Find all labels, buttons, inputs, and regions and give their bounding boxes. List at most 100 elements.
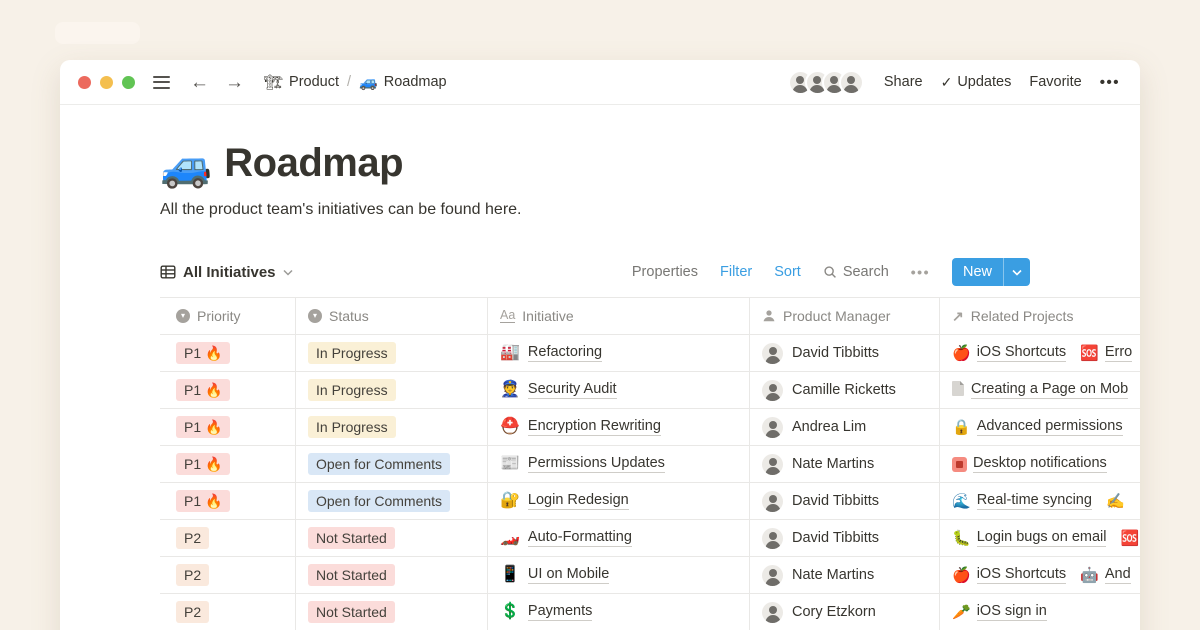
column-header-product-manager[interactable]: Product Manager [750,298,940,334]
related-project[interactable]: 🆘 [1120,531,1140,546]
view-more-icon[interactable]: ••• [911,264,930,280]
column-header-related-projects[interactable]: ↗ Related Projects [940,298,1140,334]
cell-priority[interactable]: P1 🔥 [160,409,296,445]
cell-status[interactable]: Not Started [296,557,488,593]
back-arrow-icon[interactable]: ← [190,73,209,92]
related-project[interactable]: Desktop notifications [952,455,1107,473]
breadcrumb-item-roadmap[interactable]: 🚙 Roadmap [359,73,447,91]
related-project[interactable]: 🆘Erro [1080,344,1132,362]
table-row[interactable]: P1 🔥Open for Comments🔐Login RedesignDavi… [160,483,1140,520]
cell-status[interactable]: In Progress [296,335,488,371]
cell-status[interactable]: Not Started [296,520,488,556]
cell-status[interactable]: In Progress [296,409,488,445]
more-options-icon[interactable]: ••• [1100,74,1120,91]
cell-status[interactable]: Not Started [296,594,488,630]
search-button[interactable]: Search [823,264,889,280]
related-project-link[interactable]: Login bugs on email [977,529,1107,547]
initiative-link[interactable]: Auto-Formatting [528,529,632,547]
cell-priority[interactable]: P1 🔥 [160,335,296,371]
cell-product-manager[interactable]: Nate Martins [750,446,940,482]
column-header-status[interactable]: ▾ Status [296,298,488,334]
cell-related-projects[interactable]: 🔒Advanced permissions [940,409,1140,445]
cell-product-manager[interactable]: Cory Etzkorn [750,594,940,630]
new-dropdown-chevron-icon[interactable] [1004,258,1030,286]
column-header-initiative[interactable]: Aa Initiative [488,298,750,334]
cell-product-manager[interactable]: Camille Ricketts [750,372,940,408]
column-header-priority[interactable]: ▾ Priority [160,298,296,334]
cell-initiative[interactable]: 💲Payments [488,594,750,630]
cell-priority[interactable]: P2 [160,557,296,593]
table-row[interactable]: P2Not Started🏎️Auto-FormattingDavid Tibb… [160,520,1140,557]
initiative-link[interactable]: Security Audit [528,381,617,399]
sidebar-menu-icon[interactable] [153,76,170,89]
table-row[interactable]: P2Not Started📱UI on MobileNate Martins🍎i… [160,557,1140,594]
page-title[interactable]: Roadmap [224,139,403,187]
avatar[interactable] [839,70,864,95]
related-project[interactable]: 🥕iOS sign in [952,603,1047,621]
cell-priority[interactable]: P1 🔥 [160,483,296,519]
cell-related-projects[interactable]: 🌊Real-time syncing ✍️ [940,483,1140,519]
filter-button[interactable]: Filter [720,264,752,280]
related-project-link[interactable]: And [1105,566,1131,584]
cell-product-manager[interactable]: David Tibbitts [750,520,940,556]
cell-priority[interactable]: P1 🔥 [160,372,296,408]
related-project[interactable]: Creating a Page on Mob [952,381,1128,399]
share-button[interactable]: Share [884,74,923,90]
minimize-window-button[interactable] [100,76,113,89]
related-project[interactable]: 🌊Real-time syncing [952,492,1092,510]
updates-button[interactable]: ✓ Updates [941,74,1012,91]
cell-related-projects[interactable]: 🐛Login bugs on email 🆘 [940,520,1140,556]
cell-product-manager[interactable]: David Tibbitts [750,335,940,371]
initiative-link[interactable]: Encryption Rewriting [528,418,661,436]
table-row[interactable]: P1 🔥Open for Comments📰Permissions Update… [160,446,1140,483]
initiative-link[interactable]: UI on Mobile [528,566,609,584]
cell-priority[interactable]: P2 [160,520,296,556]
new-button[interactable]: New [952,258,1030,286]
page-icon-car[interactable]: 🚙 [160,145,212,187]
related-project-link[interactable]: Advanced permissions [977,418,1123,436]
cell-product-manager[interactable]: Andrea Lim [750,409,940,445]
initiative-link[interactable]: Permissions Updates [528,455,665,473]
cell-related-projects[interactable]: Desktop notifications [940,446,1140,482]
related-project-link[interactable]: Desktop notifications [973,455,1107,473]
cell-related-projects[interactable]: 🥕iOS sign in [940,594,1140,630]
cell-initiative[interactable]: 📰Permissions Updates [488,446,750,482]
page-description[interactable]: All the product team's initiatives can b… [160,201,1140,219]
cell-status[interactable]: Open for Comments [296,483,488,519]
cell-status[interactable]: Open for Comments [296,446,488,482]
cell-initiative[interactable]: 🔐Login Redesign [488,483,750,519]
related-project[interactable]: 🐛Login bugs on email [952,529,1106,547]
related-project[interactable]: 🔒Advanced permissions [952,418,1123,436]
cell-priority[interactable]: P2 [160,594,296,630]
related-project[interactable]: 🍎iOS Shortcuts [952,566,1066,584]
cell-initiative[interactable]: 🏎️Auto-Formatting [488,520,750,556]
related-project[interactable]: 🍎iOS Shortcuts [952,344,1066,362]
table-row[interactable]: P1 🔥In Progress🏭RefactoringDavid Tibbitt… [160,335,1140,372]
cell-initiative[interactable]: 👮Security Audit [488,372,750,408]
cell-initiative[interactable]: 🏭Refactoring [488,335,750,371]
cell-related-projects[interactable]: 🍎iOS Shortcuts 🤖And [940,557,1140,593]
sort-button[interactable]: Sort [774,264,801,280]
cell-product-manager[interactable]: Nate Martins [750,557,940,593]
cell-initiative[interactable]: ⛑️Encryption Rewriting [488,409,750,445]
properties-button[interactable]: Properties [632,264,698,280]
related-project-link[interactable]: Erro [1105,344,1132,362]
related-project-link[interactable]: iOS sign in [977,603,1047,621]
initiative-link[interactable]: Refactoring [528,344,602,362]
favorite-button[interactable]: Favorite [1029,74,1081,90]
maximize-window-button[interactable] [122,76,135,89]
cell-related-projects[interactable]: Creating a Page on Mob [940,372,1140,408]
related-project[interactable]: ✍️ [1106,494,1131,509]
table-row[interactable]: P2Not Started💲PaymentsCory Etzkorn 🥕iOS s… [160,594,1140,630]
initiative-link[interactable]: Login Redesign [528,492,629,510]
close-window-button[interactable] [78,76,91,89]
cell-initiative[interactable]: 📱UI on Mobile [488,557,750,593]
table-row[interactable]: P1 🔥In Progress⛑️Encryption RewritingAnd… [160,409,1140,446]
initiative-link[interactable]: Payments [528,603,592,621]
related-project[interactable]: 🤖And [1080,566,1131,584]
related-project-link[interactable]: iOS Shortcuts [977,566,1066,584]
related-project-link[interactable]: Real-time syncing [977,492,1092,510]
cell-product-manager[interactable]: David Tibbitts [750,483,940,519]
cell-status[interactable]: In Progress [296,372,488,408]
view-switcher[interactable]: All Initiatives [160,264,293,281]
